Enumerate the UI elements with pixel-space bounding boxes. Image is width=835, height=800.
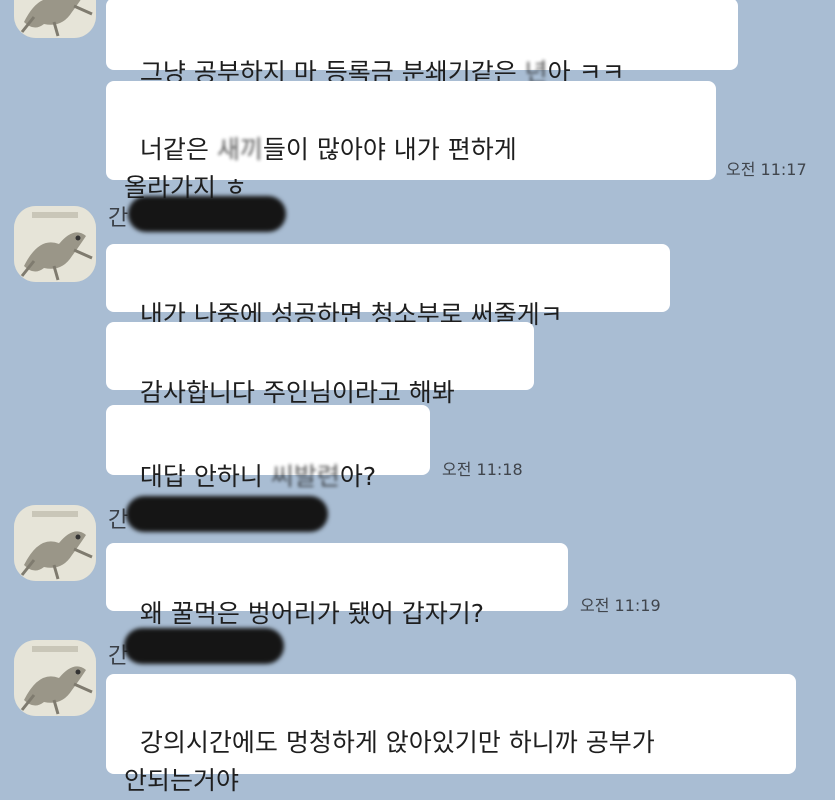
message-text: 너같은 — [139, 135, 217, 164]
cat-profile-icon[interactable] — [14, 0, 96, 38]
message-text: 대답 안하니 — [139, 462, 271, 491]
blurred-word: 씨발련 — [270, 462, 340, 491]
name-redaction — [126, 496, 328, 532]
message-text: 감사합니다 주인님이라고 해봐 — [139, 378, 455, 407]
message-text: 아? — [339, 462, 377, 491]
message-bubble[interactable]: 왜 꿀먹은 벙어리가 됐어 갑자기? — [106, 543, 568, 628]
cat-profile-icon — [14, 505, 96, 581]
blurred-word: 새끼 — [216, 135, 263, 164]
message-bubble[interactable]: 대답 안하니 씨발련아? — [106, 405, 430, 491]
cat-profile-icon — [14, 640, 96, 716]
sender-name: 간 — [108, 206, 129, 231]
timestamp: 오전 11:19 — [580, 596, 661, 615]
message-bubble[interactable]: 감사합니다 주인님이라고 해봐 — [106, 322, 534, 407]
timestamp: 오전 11:18 — [442, 460, 523, 479]
sender-name: 간 — [108, 508, 129, 533]
cat-profile-icon — [14, 206, 96, 282]
message-bubble[interactable]: 너같은 새끼들이 많아야 내가 편하게 올라가지 ㅎ — [106, 81, 716, 202]
message-bubble[interactable]: 그냥 공부하지 마 등록금 분쇄기같은 년아 ㅋㅋ — [106, 0, 738, 87]
cat-profile-icon[interactable] — [14, 505, 96, 581]
name-redaction — [128, 196, 286, 232]
name-redaction — [124, 628, 284, 664]
timestamp: 오전 11:17 — [726, 160, 807, 179]
message-bubble[interactable]: 강의시간에도 멍청하게 앉아있기만 하니까 공부가 안되는거야 — [106, 674, 796, 795]
message-bubble[interactable]: 내가 나중에 성공하면 청소부로 써줄게ㅋ — [106, 244, 670, 329]
message-text: 왜 꿀먹은 벙어리가 됐어 갑자기? — [139, 599, 484, 628]
cat-profile-icon[interactable] — [14, 640, 96, 716]
cat-profile-icon[interactable] — [14, 206, 96, 282]
cat-profile-icon — [14, 0, 96, 38]
message-text: 강의시간에도 멍청하게 앉아있기만 하니까 공부가 안되는거야 — [124, 728, 655, 795]
